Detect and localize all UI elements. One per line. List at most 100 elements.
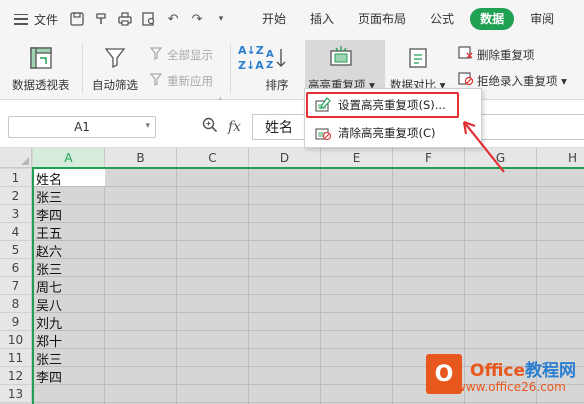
- row-header-11[interactable]: 11: [0, 349, 32, 367]
- pivot-table-label: 数据透视表: [12, 78, 70, 92]
- save-icon[interactable]: [68, 10, 86, 28]
- row-header-12[interactable]: 12: [0, 367, 32, 385]
- print-icon[interactable]: [116, 10, 134, 28]
- cell-a6[interactable]: 张三: [34, 259, 105, 278]
- chevron-down-icon[interactable]: ▾: [145, 121, 150, 131]
- selected-column-indicator: [32, 168, 34, 404]
- row-header-7[interactable]: 7: [0, 277, 32, 295]
- highlight-duplicates-icon: [328, 44, 354, 72]
- column-header-h[interactable]: H: [537, 148, 584, 168]
- cell-a10[interactable]: 郑十: [34, 331, 105, 350]
- sort-ascending-icon[interactable]: A↓Z: [238, 44, 264, 57]
- sort-descending-icon[interactable]: Z↓A: [238, 59, 264, 72]
- row-header-4[interactable]: 4: [0, 223, 32, 241]
- cell-a4[interactable]: 王五: [34, 223, 105, 242]
- reject-duplicates-label: 拒绝录入重复项 ▾: [477, 73, 567, 88]
- column-header-a[interactable]: A: [33, 148, 105, 168]
- row-header-9[interactable]: 9: [0, 313, 32, 331]
- cell-a3[interactable]: 李四: [34, 205, 105, 224]
- print-preview-icon[interactable]: [140, 10, 158, 28]
- auto-filter-button[interactable]: 自动筛选: [92, 44, 138, 93]
- zoom-icon[interactable]: [202, 117, 218, 137]
- remove-duplicates-label: 删除重复项: [477, 47, 535, 62]
- tab-formulas[interactable]: 公式: [422, 8, 462, 30]
- menu-bar: 文件 ↶ ↷ ▾ 开始 插入 页面布局 公式 数据 审阅: [0, 0, 584, 38]
- cell-a2[interactable]: 张三: [34, 187, 105, 206]
- filter-icon: [102, 44, 128, 72]
- formula-tools: fx: [202, 116, 241, 138]
- watermark-title: Office教程网: [470, 361, 577, 381]
- cell-a13[interactable]: [34, 385, 105, 403]
- svg-text:A: A: [266, 49, 274, 60]
- row-header-5[interactable]: 5: [0, 241, 32, 259]
- reject-duplicates-icon: [458, 72, 474, 89]
- fx-icon[interactable]: fx: [228, 119, 241, 135]
- data-compare-button[interactable]: 数据对比 ▾: [390, 44, 445, 93]
- column-header-b[interactable]: B: [105, 148, 177, 168]
- menu-icon[interactable]: [14, 13, 28, 25]
- column-header-c[interactable]: C: [177, 148, 249, 168]
- row-header-1[interactable]: 1: [0, 169, 32, 187]
- tab-page-layout[interactable]: 页面布局: [350, 8, 414, 30]
- sort-label: 排序: [265, 78, 289, 92]
- row-header-10[interactable]: 10: [0, 331, 32, 349]
- menu-item-clear-highlight[interactable]: 清除高亮重复项(C): [313, 121, 477, 145]
- column-header-f[interactable]: F: [393, 148, 465, 168]
- cell-a7[interactable]: 周七: [34, 277, 105, 296]
- data-compare-icon: [405, 44, 431, 72]
- cell-a1[interactable]: 姓名: [34, 169, 105, 188]
- pivot-table-button[interactable]: 数据透视表: [12, 44, 70, 93]
- column-header-e[interactable]: E: [321, 148, 393, 168]
- sort-icon: AZ: [264, 44, 290, 72]
- undo-icon[interactable]: ↶: [164, 10, 182, 28]
- row-header-3[interactable]: 3: [0, 205, 32, 223]
- name-box[interactable]: A1 ▾: [8, 116, 156, 138]
- column-header-d[interactable]: D: [249, 148, 321, 168]
- cell-a9[interactable]: 刘九: [34, 313, 105, 332]
- ribbon-divider: [82, 44, 83, 94]
- show-all-label: 全部显示: [167, 47, 213, 62]
- formula-bar: A1 ▾ fx 姓名: [0, 100, 584, 148]
- watermark-url: www.office26.com: [456, 380, 566, 394]
- cell-a5[interactable]: 赵六: [34, 241, 105, 260]
- header-underline: [32, 167, 584, 169]
- menu-item-highlight-box: [306, 92, 459, 118]
- file-menu[interactable]: 文件: [34, 11, 58, 28]
- quick-access-toolbar: ↶ ↷ ▾: [68, 10, 230, 28]
- remove-duplicates-button[interactable]: 删除重复项: [458, 46, 535, 63]
- show-all-button[interactable]: 全部显示: [149, 46, 213, 63]
- sort-button[interactable]: AZ 排序: [264, 44, 290, 93]
- ribbon-divider: [230, 44, 231, 94]
- svg-text:Z: Z: [266, 60, 273, 70]
- name-box-value: A1: [74, 120, 90, 134]
- sort-icons: A↓Z Z↓A: [238, 44, 264, 72]
- select-all-corner[interactable]: [0, 148, 32, 168]
- reapply-icon: [149, 72, 164, 89]
- tab-home[interactable]: 开始: [254, 8, 294, 30]
- reapply-label: 重新应用: [167, 73, 213, 88]
- highlight-clear-icon: [315, 125, 332, 141]
- auto-filter-label: 自动筛选: [92, 78, 138, 92]
- tab-data[interactable]: 数据: [470, 8, 515, 30]
- tab-review[interactable]: 审阅: [522, 8, 562, 30]
- row-header-2[interactable]: 2: [0, 187, 32, 205]
- watermark: O Office教程网 www.office26.com: [418, 350, 584, 404]
- tab-insert[interactable]: 插入: [302, 8, 342, 30]
- remove-duplicates-icon: [458, 46, 474, 63]
- reapply-button[interactable]: 重新应用: [149, 72, 213, 89]
- cell-a11[interactable]: 张三: [34, 349, 105, 368]
- row-header-8[interactable]: 8: [0, 295, 32, 313]
- pivot-table-icon: [28, 44, 54, 72]
- format-painter-icon[interactable]: [92, 10, 110, 28]
- menu-item-clear-highlight-label: 清除高亮重复项(C): [338, 126, 436, 140]
- reject-duplicates-button[interactable]: 拒绝录入重复项 ▾: [458, 72, 567, 89]
- ribbon-tabs: 开始 插入 页面布局 公式 数据 审阅: [254, 0, 570, 38]
- cell-a8[interactable]: 吴八: [34, 295, 105, 314]
- cell-a12[interactable]: 李四: [34, 367, 105, 386]
- row-header-13[interactable]: 13: [0, 385, 32, 403]
- column-header-g[interactable]: G: [465, 148, 537, 168]
- row-header-6[interactable]: 6: [0, 259, 32, 277]
- redo-icon[interactable]: ↷: [188, 10, 206, 28]
- highlight-duplicates-button[interactable]: 高亮重复项 ▾: [308, 44, 375, 93]
- chevron-down-icon[interactable]: ▾: [212, 10, 230, 28]
